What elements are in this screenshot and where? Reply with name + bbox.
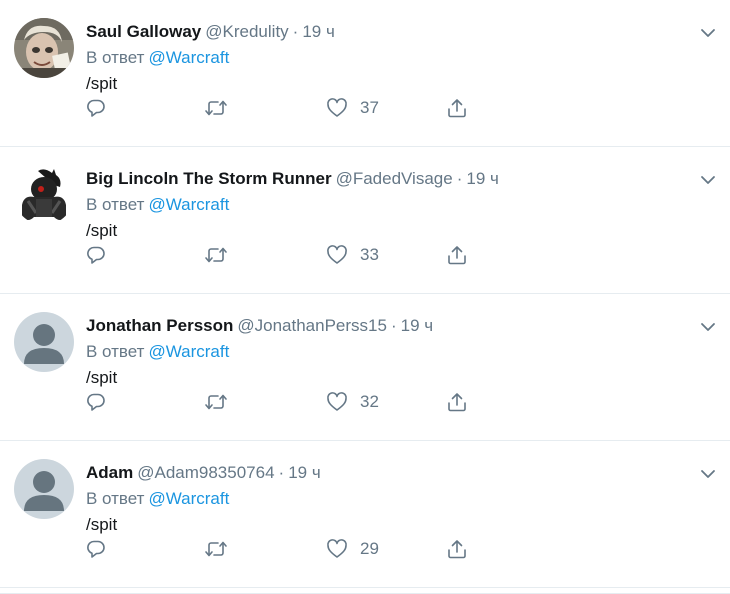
share-icon bbox=[448, 246, 466, 265]
mention-link[interactable]: @Warcraft bbox=[148, 342, 229, 361]
replying-to: В ответ @Warcraft bbox=[86, 46, 229, 70]
mention-link[interactable]: @Warcraft bbox=[148, 195, 229, 214]
replying-prefix: В ответ bbox=[86, 342, 145, 361]
timestamp[interactable]: 19 ч bbox=[466, 169, 499, 188]
share-button[interactable] bbox=[446, 391, 468, 413]
timestamp[interactable]: 19 ч bbox=[288, 463, 321, 482]
retweet-button[interactable] bbox=[204, 244, 228, 266]
like-count: 29 bbox=[360, 539, 379, 558]
share-icon bbox=[448, 393, 466, 412]
user-handle[interactable]: @Kredulity bbox=[205, 22, 288, 41]
share-button[interactable] bbox=[446, 97, 468, 119]
replying-prefix: В ответ bbox=[86, 195, 145, 214]
reply-button[interactable] bbox=[85, 97, 107, 119]
separator-dot: · bbox=[292, 22, 299, 41]
like-button[interactable]: 32 bbox=[326, 391, 379, 413]
avatar[interactable] bbox=[14, 18, 74, 78]
display-name[interactable]: Saul Galloway bbox=[86, 22, 201, 41]
retweet-icon bbox=[205, 394, 227, 410]
heart-icon bbox=[327, 245, 347, 264]
tweet-header: Saul Galloway @Kredulity · 19 ч bbox=[86, 20, 335, 44]
separator-dot: · bbox=[390, 316, 397, 335]
replying-to: В ответ @Warcraft bbox=[86, 193, 229, 217]
retweet-button[interactable] bbox=[204, 391, 228, 413]
retweet-icon bbox=[205, 247, 227, 263]
user-handle[interactable]: @FadedVisage bbox=[336, 169, 453, 188]
timestamp[interactable]: 19 ч bbox=[401, 316, 434, 335]
display-name[interactable]: Big Lincoln The Storm Runner bbox=[86, 169, 332, 188]
retweet-icon bbox=[205, 541, 227, 557]
reply-icon bbox=[87, 540, 105, 558]
tweet-text: /spit bbox=[86, 74, 118, 93]
separator-dot: · bbox=[456, 169, 463, 188]
separator-dot: · bbox=[278, 463, 285, 482]
avatar[interactable] bbox=[14, 459, 74, 519]
tweet[interactable]: Saul Galloway @Kredulity · 19 ч В ответ @War… bbox=[0, 0, 730, 147]
chevron-down-icon[interactable] bbox=[697, 316, 719, 338]
replying-to: В ответ @Warcraft bbox=[86, 487, 229, 511]
mention-link[interactable]: @Warcraft bbox=[148, 48, 229, 67]
replying-to: В ответ @Warcraft bbox=[86, 340, 229, 364]
mention-link[interactable]: @Warcraft bbox=[148, 489, 229, 508]
user-handle[interactable]: @Adam98350764 bbox=[137, 463, 274, 482]
chevron-down-icon[interactable] bbox=[697, 463, 719, 485]
tweet-header: Jonathan Persson @JonathanPerss15 · 19 ч bbox=[86, 314, 433, 338]
heart-icon bbox=[327, 98, 347, 117]
share-icon bbox=[448, 540, 466, 559]
display-name[interactable]: Adam bbox=[86, 463, 133, 482]
replying-prefix: В ответ bbox=[86, 48, 145, 67]
tweet-text: /spit bbox=[86, 515, 118, 534]
reply-icon bbox=[87, 246, 105, 264]
tweet-text: /spit bbox=[86, 368, 118, 387]
tweet[interactable]: Big Lincoln The Storm Runner @FadedVisage… bbox=[0, 147, 730, 294]
tweet-header: Adam @Adam98350764 · 19 ч bbox=[86, 461, 321, 485]
share-icon bbox=[448, 99, 466, 118]
tweet-feed: Saul Galloway @Kredulity · 19 ч В ответ @War… bbox=[0, 0, 730, 594]
chevron-down-icon[interactable] bbox=[697, 169, 719, 191]
tweet[interactable]: Adam @Adam98350764 · 19 ч В ответ @Warcraft … bbox=[0, 441, 730, 588]
retweet-button[interactable] bbox=[204, 97, 228, 119]
tweet[interactable]: Jonathan Persson @JonathanPerss15 · 19 ч В … bbox=[0, 294, 730, 441]
chevron-down-icon[interactable] bbox=[697, 22, 719, 44]
like-count: 32 bbox=[360, 392, 379, 411]
like-count: 37 bbox=[360, 98, 379, 117]
avatar[interactable] bbox=[14, 165, 74, 225]
tweet-text: /spit bbox=[86, 221, 118, 240]
reply-icon bbox=[87, 393, 105, 411]
user-handle[interactable]: @JonathanPerss15 bbox=[237, 316, 387, 335]
like-button[interactable]: 37 bbox=[326, 97, 379, 119]
share-button[interactable] bbox=[446, 244, 468, 266]
share-button[interactable] bbox=[446, 538, 468, 560]
replying-prefix: В ответ bbox=[86, 489, 145, 508]
retweet-button[interactable] bbox=[204, 538, 228, 560]
avatar[interactable] bbox=[14, 312, 74, 372]
reply-button[interactable] bbox=[85, 391, 107, 413]
like-button[interactable]: 29 bbox=[326, 538, 379, 560]
reply-button[interactable] bbox=[85, 244, 107, 266]
like-button[interactable]: 33 bbox=[326, 244, 379, 266]
timestamp[interactable]: 19 ч bbox=[302, 22, 335, 41]
retweet-icon bbox=[205, 100, 227, 116]
tweet-header: Big Lincoln The Storm Runner @FadedVisage… bbox=[86, 167, 499, 191]
display-name[interactable]: Jonathan Persson bbox=[86, 316, 233, 335]
heart-icon bbox=[327, 392, 347, 411]
heart-icon bbox=[327, 539, 347, 558]
reply-button[interactable] bbox=[85, 538, 107, 560]
like-count: 33 bbox=[360, 245, 379, 264]
reply-icon bbox=[87, 99, 105, 117]
